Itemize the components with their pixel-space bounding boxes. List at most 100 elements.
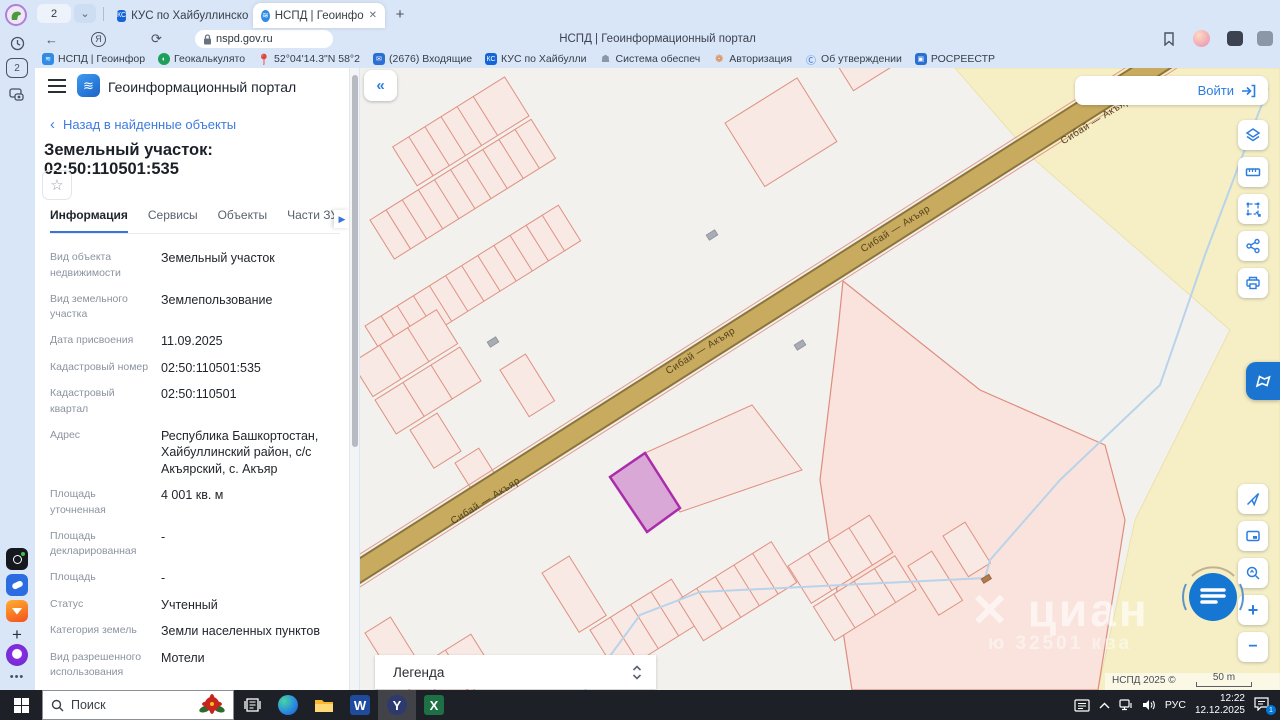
taskbar-search-box[interactable]: Поиск — [42, 690, 234, 720]
more-apps-icon[interactable]: ••• — [6, 666, 28, 688]
bookmark-item[interactable]: КС КУС по Хайбулли — [485, 53, 587, 65]
notification-center-button[interactable]: 1 — [1254, 697, 1276, 715]
downloads-icon[interactable] — [1257, 31, 1273, 46]
address-pill[interactable]: nspd.gov.ru — [195, 30, 333, 48]
profile-dino-avatar[interactable] — [5, 4, 27, 26]
clock[interactable]: 12:22 12.12.2025 — [1195, 693, 1245, 718]
feedback-sticker-button[interactable] — [1246, 362, 1280, 400]
search-placeholder: Поиск — [71, 698, 106, 712]
tray-expand-chevron-icon[interactable] — [1099, 702, 1110, 709]
fields-list: Вид объекта недвижимости Земельный участо… — [35, 250, 349, 690]
tab-group-count: 2 — [50, 7, 58, 20]
chevron-left-icon: ‹ — [50, 116, 55, 133]
bookmark-item[interactable]: ❁ Авторизация — [713, 53, 792, 65]
bookmark-item[interactable]: Ⓒ Об утверждении — [805, 53, 902, 67]
field-row: Вид разрешенного использования Мотели — [50, 650, 205, 679]
tab-parts[interactable]: Части ЗУ — [287, 208, 338, 233]
tabs-counter[interactable]: 2 — [6, 58, 28, 78]
bookmark-item[interactable]: ◐ Геокалькулято — [158, 53, 245, 65]
folder-icon — [315, 699, 333, 712]
task-view-icon — [243, 698, 261, 712]
alice-assistant-icon[interactable] — [6, 644, 28, 666]
browser-sidebar: 2 + ••• — [0, 0, 35, 690]
tabs-scroll-right-icon[interactable]: ▶ — [334, 210, 349, 228]
volume-icon[interactable] — [1142, 699, 1156, 711]
sort-chevrons-icon — [632, 664, 642, 680]
profile-avatar[interactable] — [1193, 30, 1210, 47]
bitrix-icon: КС — [485, 53, 498, 65]
bookmark-item[interactable]: 📍︎ 52°04'14.3"N 58°2 — [257, 53, 360, 66]
login-exit-icon — [1242, 84, 1256, 97]
excel-button[interactable]: X — [416, 690, 452, 720]
add-app-icon[interactable]: + — [6, 624, 28, 646]
panel-scrollbar[interactable] — [349, 68, 359, 690]
tab-information[interactable]: Информация — [50, 208, 128, 233]
ruler-icon — [1245, 168, 1261, 177]
task-view-button[interactable] — [234, 690, 270, 720]
tab-group-chevron[interactable]: ⌄ — [74, 4, 96, 23]
edge-button[interactable] — [270, 690, 306, 720]
share-button[interactable] — [1238, 231, 1268, 261]
browser-chrome: 2 ⌄ КС КУС по Хайбуллинскому р ≋ НСПД | … — [0, 0, 1280, 68]
yandex-button-icon[interactable]: Я — [91, 31, 106, 47]
close-tab-icon[interactable]: ✕ — [369, 10, 377, 21]
edge-icon — [278, 695, 298, 715]
minimap-button[interactable] — [1238, 521, 1268, 551]
yandex-icon: Y — [387, 695, 407, 715]
back-link[interactable]: ‹ Назад в найденные объекты — [50, 116, 236, 133]
screenshot-icon[interactable] — [6, 84, 28, 106]
bookmark-item[interactable]: ▣ РОСРЕЕСТР — [914, 53, 995, 65]
print-button[interactable] — [1238, 268, 1268, 298]
zoom-out-button[interactable]: − — [1238, 632, 1268, 662]
notification-badge: 1 — [1266, 705, 1276, 715]
layers-icon — [1245, 128, 1261, 142]
bookmark-item[interactable]: ✉ (2676) Входящие — [372, 53, 472, 65]
word-button[interactable]: W — [342, 690, 378, 720]
tab-objects[interactable]: Объекты — [218, 208, 268, 233]
app-messenger-icon[interactable] — [6, 548, 28, 570]
tab-services[interactable]: Сервисы — [148, 208, 198, 233]
clock-time: 12:22 — [1219, 692, 1245, 704]
geolocation-button[interactable] — [1238, 484, 1268, 514]
app-mail-icon[interactable] — [6, 600, 28, 622]
window-title: НСПД | Геоинформационный портал — [559, 33, 756, 45]
layers-button[interactable] — [1238, 120, 1268, 150]
ruler-button[interactable] — [1238, 157, 1268, 187]
navigation-arrow-icon — [1246, 492, 1260, 507]
legend-dropdown[interactable]: Легенда — [375, 655, 656, 689]
bitrix-icon: КС — [117, 9, 127, 22]
network-icon[interactable] — [1119, 699, 1133, 711]
yandex-browser-button[interactable]: Y — [378, 690, 416, 720]
bookmark-flag-icon[interactable] — [1163, 32, 1175, 46]
map-attribution: НСПД 2025 © — [1112, 675, 1176, 686]
language-indicator[interactable]: РУС — [1165, 699, 1186, 711]
reload-icon[interactable]: ⟳ — [151, 31, 162, 47]
hamburger-menu-icon[interactable] — [48, 79, 66, 93]
panel-tabs: Информация Сервисы Объекты Части ЗУ Сост… — [50, 208, 340, 234]
history-icon[interactable] — [6, 32, 28, 54]
new-tab-button[interactable]: + — [391, 5, 409, 23]
cian-watermark: ✕ циан — [970, 584, 1150, 636]
tab-label: КУС по Хайбуллинскому р — [131, 9, 249, 22]
file-explorer-button[interactable] — [306, 690, 342, 720]
bookmark-item[interactable]: ≋ НСПД | Геоинфор — [42, 53, 145, 65]
map-canvas[interactable]: Сибай — Акъяр Сибай — Акъяр Сибай — Акъя… — [360, 68, 1280, 690]
back-icon[interactable]: ← — [45, 32, 58, 47]
tab-nspd-active[interactable]: ≋ НСПД | Геоинформаци ✕ — [253, 3, 385, 28]
tab-group-chip[interactable]: 2 — [37, 4, 71, 23]
collections-icon[interactable] — [1227, 31, 1243, 46]
login-button[interactable]: Войти — [1075, 76, 1268, 105]
app-disk-icon[interactable] — [6, 574, 28, 596]
select-area-button[interactable] — [1238, 194, 1268, 224]
tab-kus[interactable]: КС КУС по Хайбуллинскому р — [109, 3, 249, 28]
collapse-panel-button[interactable]: « — [364, 70, 397, 101]
select-area-icon — [1246, 202, 1261, 217]
word-icon: W — [350, 695, 370, 715]
start-button[interactable] — [0, 690, 42, 720]
favorite-star-button[interactable]: ☆ — [42, 170, 72, 200]
scrollbar-thumb[interactable] — [352, 75, 358, 447]
support-chat-button[interactable] — [1178, 562, 1248, 632]
tray-window-icon[interactable] — [1074, 698, 1090, 712]
field-row: Кадастровый номер 02:50:110501:535 — [50, 360, 261, 375]
bookmark-item[interactable]: ☗ Система обеспеч — [600, 53, 700, 65]
